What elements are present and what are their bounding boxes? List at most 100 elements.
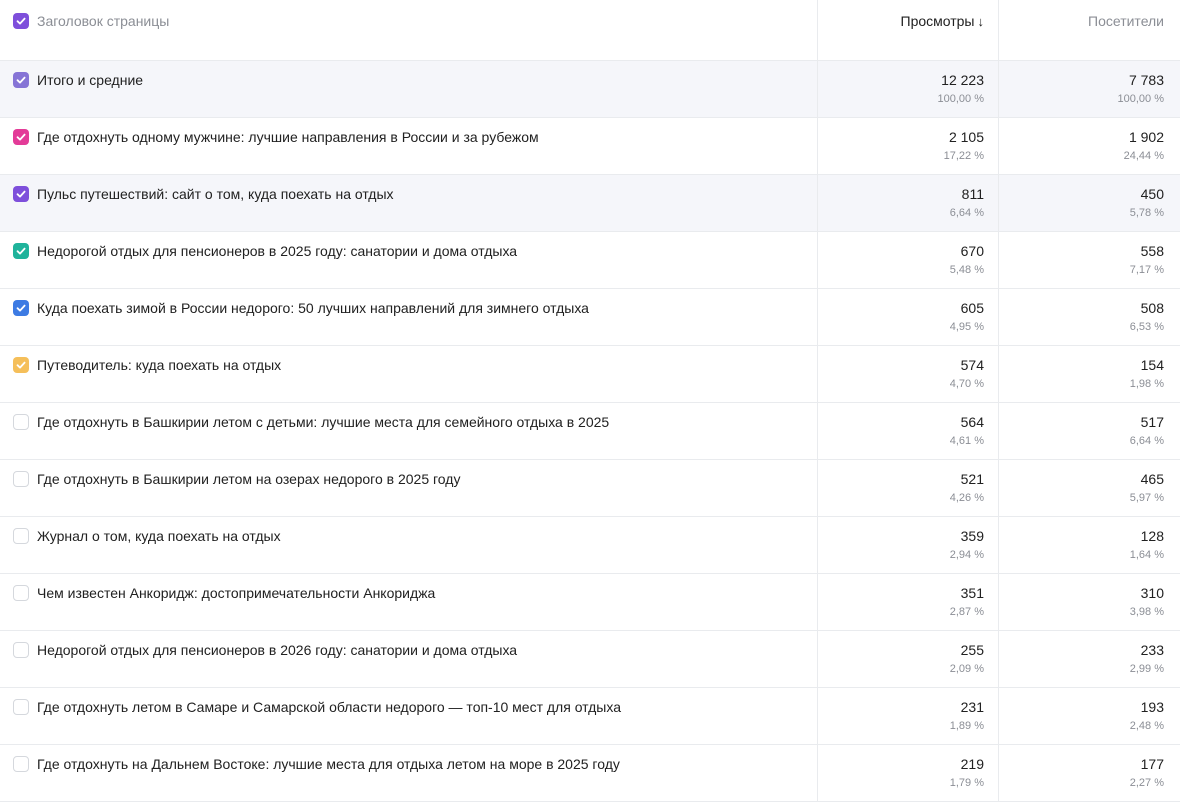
row-visitors-value: 517 <box>1140 414 1164 430</box>
row-checkbox[interactable] <box>13 471 29 487</box>
sort-arrow-icon: ↓ <box>977 14 985 29</box>
column-header-views[interactable]: Просмотры ↓ <box>901 13 985 29</box>
row-views-value: 605 <box>960 300 984 316</box>
row-title-cell: Итого и средние <box>0 61 817 117</box>
row-views-value: 12 223 <box>941 72 984 88</box>
row-visitors-percent: 2,48 % <box>1129 720 1164 732</box>
row-views-cell: 605 4,95 % <box>817 289 998 345</box>
row-checkbox[interactable] <box>13 300 29 316</box>
row-views-cell: 12 223 100,00 % <box>817 61 998 117</box>
row-views-cell: 811 6,64 % <box>817 175 998 231</box>
row-title[interactable]: Чем известен Анкоридж: достопримечательн… <box>37 585 435 601</box>
header-views-cell[interactable]: Просмотры ↓ <box>817 0 998 60</box>
row-checkbox[interactable] <box>13 528 29 544</box>
row-title[interactable]: Где отдохнуть в Башкирии летом на озерах… <box>37 471 460 487</box>
row-views-percent: 1,89 % <box>949 720 984 732</box>
select-all-checkbox[interactable] <box>13 13 29 29</box>
row-checkbox[interactable] <box>13 72 29 88</box>
row-checkbox[interactable] <box>13 186 29 202</box>
row-checkbox[interactable] <box>13 243 29 259</box>
row-visitors-percent: 24,44 % <box>1123 150 1164 162</box>
check-icon <box>16 17 26 25</box>
row-visitors-percent: 1,98 % <box>1129 378 1164 390</box>
row-title[interactable]: Недорогой отдых для пенсионеров в 2026 г… <box>37 642 517 658</box>
row-visitors-cell: 1 902 24,44 % <box>998 118 1180 174</box>
row-visitors-cell: 177 2,27 % <box>998 745 1180 801</box>
row-views-cell: 2 105 17,22 % <box>817 118 998 174</box>
row-visitors-percent: 5,78 % <box>1129 207 1164 219</box>
row-visitors-cell: 128 1,64 % <box>998 517 1180 573</box>
row-title-cell: Чем известен Анкоридж: достопримечательн… <box>0 574 817 630</box>
row-views-value: 359 <box>960 528 984 544</box>
row-title-cell: Где отдохнуть летом в Самаре и Самарской… <box>0 688 817 744</box>
table-row[interactable]: Где отдохнуть одному мужчине: лучшие нап… <box>0 118 1180 175</box>
row-title[interactable]: Путеводитель: куда поехать на отдых <box>37 357 281 373</box>
row-title-cell: Недорогой отдых для пенсионеров в 2026 г… <box>0 631 817 687</box>
row-visitors-value: 154 <box>1140 357 1164 373</box>
row-checkbox[interactable] <box>13 129 29 145</box>
row-views-percent: 1,79 % <box>949 777 984 789</box>
table-row[interactable]: Где отдохнуть летом в Самаре и Самарской… <box>0 688 1180 745</box>
row-visitors-value: 1 902 <box>1128 129 1164 145</box>
table-row[interactable]: Недорогой отдых для пенсионеров в 2026 г… <box>0 631 1180 688</box>
row-visitors-percent: 6,64 % <box>1129 435 1164 447</box>
table-row[interactable]: Итого и средние 12 223 100,00 % 7 783 10… <box>0 61 1180 118</box>
row-title[interactable]: Недорогой отдых для пенсионеров в 2025 г… <box>37 243 517 259</box>
row-checkbox[interactable] <box>13 414 29 430</box>
row-title[interactable]: Итого и средние <box>37 72 143 88</box>
row-views-cell: 255 2,09 % <box>817 631 998 687</box>
row-visitors-cell: 508 6,53 % <box>998 289 1180 345</box>
row-views-value: 219 <box>960 756 984 772</box>
row-visitors-value: 193 <box>1140 699 1164 715</box>
row-views-percent: 4,61 % <box>949 435 984 447</box>
table-row[interactable]: Где отдохнуть на Дальнем Востоке: лучшие… <box>0 745 1180 802</box>
row-views-cell: 219 1,79 % <box>817 745 998 801</box>
header-visitors-cell[interactable]: Посетители <box>998 0 1180 60</box>
row-title[interactable]: Пульс путешествий: сайт о том, куда поех… <box>37 186 394 202</box>
table-row[interactable]: Недорогой отдых для пенсионеров в 2025 г… <box>0 232 1180 289</box>
row-views-value: 811 <box>961 186 984 202</box>
row-views-percent: 2,94 % <box>949 549 984 561</box>
row-visitors-percent: 3,98 % <box>1129 606 1164 618</box>
row-visitors-percent: 6,53 % <box>1129 321 1164 333</box>
row-visitors-value: 450 <box>1140 186 1164 202</box>
row-checkbox[interactable] <box>13 357 29 373</box>
report-table: Заголовок страницы Просмотры ↓ Посетители… <box>0 0 1180 804</box>
table-row[interactable]: Журнал о том, куда поехать на отдых 359 … <box>0 517 1180 574</box>
row-views-cell: 351 2,87 % <box>817 574 998 630</box>
row-checkbox[interactable] <box>13 699 29 715</box>
row-views-value: 564 <box>960 414 984 430</box>
column-header-title[interactable]: Заголовок страницы <box>37 13 169 29</box>
row-visitors-value: 310 <box>1140 585 1164 601</box>
table-row[interactable]: Путеводитель: куда поехать на отдых 574 … <box>0 346 1180 403</box>
table-row[interactable]: Куда поехать зимой в России недорого: 50… <box>0 289 1180 346</box>
row-title[interactable]: Где отдохнуть в Башкирии летом с детьми:… <box>37 414 609 430</box>
table-row[interactable]: Где отдохнуть в Башкирии летом с детьми:… <box>0 403 1180 460</box>
row-visitors-cell: 517 6,64 % <box>998 403 1180 459</box>
row-title[interactable]: Куда поехать зимой в России недорого: 50… <box>37 300 589 316</box>
row-checkbox[interactable] <box>13 585 29 601</box>
row-title[interactable]: Где отдохнуть на Дальнем Востоке: лучшие… <box>37 756 620 772</box>
check-icon <box>16 76 26 84</box>
table-header: Заголовок страницы Просмотры ↓ Посетители <box>0 0 1180 61</box>
table-row[interactable]: Где отдохнуть в Башкирии летом на озерах… <box>0 460 1180 517</box>
views-label: Просмотры <box>900 13 975 29</box>
column-header-visitors[interactable]: Посетители <box>1088 13 1164 29</box>
row-visitors-percent: 1,64 % <box>1129 549 1164 561</box>
row-title[interactable]: Где отдохнуть летом в Самаре и Самарской… <box>37 699 621 715</box>
row-views-value: 2 105 <box>948 129 984 145</box>
row-title[interactable]: Журнал о том, куда поехать на отдых <box>37 528 281 544</box>
table-row[interactable]: Пульс путешествий: сайт о том, куда поех… <box>0 175 1180 232</box>
row-views-percent: 5,48 % <box>949 264 984 276</box>
row-checkbox[interactable] <box>13 756 29 772</box>
row-title[interactable]: Где отдохнуть одному мужчине: лучшие нап… <box>37 129 539 145</box>
row-visitors-cell: 450 5,78 % <box>998 175 1180 231</box>
check-icon <box>16 190 26 198</box>
row-views-cell: 564 4,61 % <box>817 403 998 459</box>
table-row[interactable]: Чем известен Анкоридж: достопримечательн… <box>0 574 1180 631</box>
row-visitors-percent: 2,27 % <box>1129 777 1164 789</box>
row-checkbox[interactable] <box>13 642 29 658</box>
row-views-cell: 231 1,89 % <box>817 688 998 744</box>
row-title-cell: Путеводитель: куда поехать на отдых <box>0 346 817 402</box>
row-title-cell: Где отдохнуть в Башкирии летом на озерах… <box>0 460 817 516</box>
